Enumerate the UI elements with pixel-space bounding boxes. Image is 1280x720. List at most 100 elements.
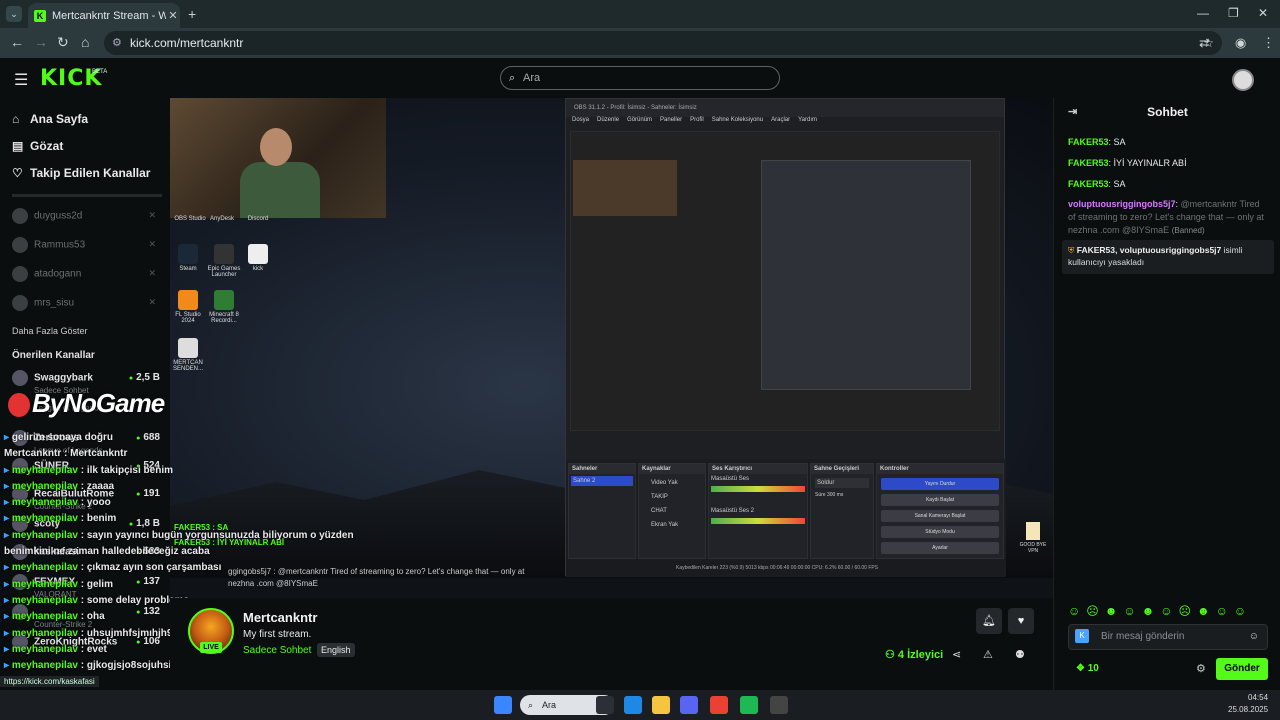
search-input[interactable]: ⌕ Ara <box>500 66 780 90</box>
forward-icon[interactable]: → <box>34 34 48 50</box>
scenes-dock: Sahneler Sahne 2 <box>568 463 636 559</box>
new-tab-icon[interactable]: + <box>188 6 196 22</box>
chat-user[interactable]: FAKER53 <box>1068 137 1109 147</box>
desktop-icon-label: Epic Games Launcher <box>207 266 241 278</box>
close-window-icon[interactable]: ✕ <box>1258 6 1268 20</box>
sidebar-scrollbar[interactable] <box>12 194 162 197</box>
profile-icon[interactable]: ◉ <box>1235 35 1246 51</box>
overlay-user: meyhanepilav <box>11 513 78 525</box>
chat-user[interactable]: FAKER53 <box>1068 158 1109 168</box>
followed-channel[interactable]: mrs_sisu ✕ <box>12 295 162 311</box>
nav-home[interactable]: ⌂ Ana Sayfa <box>12 112 88 126</box>
chat-panel: ⇥ Sohbet FAKER53: SA FAKER53: İYİ YAYINA… <box>1053 98 1280 690</box>
overlay-text: zaaaa <box>86 480 115 492</box>
desktop-icon-label: Steam <box>179 266 197 272</box>
minecraft-icon <box>214 290 234 310</box>
emote-bar[interactable]: ☺☹☻☺☻☺☹☻☺☺ <box>1068 604 1252 618</box>
channel-name[interactable]: Mertcankntr <box>243 610 317 625</box>
viewer-label: İzleyici <box>907 649 944 661</box>
restore-icon[interactable]: ❐ <box>1228 6 1239 20</box>
desktop-icon: MERTCAN SENDEN... <box>170 338 208 372</box>
epic-icon <box>214 244 234 264</box>
followed-channel[interactable]: duyguss2d ✕ <box>12 208 162 224</box>
nav-home-label: Ana Sayfa <box>30 112 89 126</box>
channel-name: Rammus53 <box>34 239 86 251</box>
overlay-message: ▸ meyhanepilav : yooo <box>4 497 111 509</box>
browser-menu-icon[interactable]: ⋮ <box>1262 35 1275 51</box>
transition-select: Soldur <box>815 478 869 488</box>
beta-badge: BETA <box>92 69 108 75</box>
overlay-message: ▸ meyhanepilav : sayın yayıncı bugün yor… <box>4 529 354 541</box>
overlay-message: ▸ meyhanepilav : ilk takipçisi benim <box>4 464 174 476</box>
file-icon <box>248 244 268 264</box>
overlay-user: meyhanepilav <box>11 529 78 541</box>
close-tab-icon[interactable]: ✕ <box>166 9 180 22</box>
chat-message-input[interactable]: K Bir mesaj gönderin ☺ <box>1068 624 1268 650</box>
translate-icon[interactable]: ⇄ <box>1199 35 1210 51</box>
dock-title: Ses Karıştırıcı <box>709 464 807 474</box>
channel-name: atadogann <box>34 268 82 280</box>
nav-browse[interactable]: ▤ Gözat <box>12 139 63 153</box>
report-icon[interactable]: ⚠ <box>983 648 993 661</box>
desktop-icon-label: Minecraft 8 Recordi... <box>209 312 239 324</box>
clock-date: 25.08.2025 <box>1228 705 1269 714</box>
stream-category[interactable]: Sadece Sohbet <box>243 645 311 656</box>
overlay-message: benimkini ne zaman halledebileceğiz acab… <box>4 544 354 560</box>
url-field[interactable]: ⚙ kick.com/mertcankntr ☆ <box>104 31 1222 55</box>
desktop-label: Discord <box>247 216 269 222</box>
channel-points[interactable]: ❖ 10 <box>1076 663 1099 674</box>
kick-emote-icon[interactable]: K <box>1075 629 1089 643</box>
overlay-text: Mertcankntr <box>70 448 128 460</box>
offline-cam-icon: ✕ <box>148 297 156 307</box>
desktop-icon: kick <box>238 244 278 272</box>
channel-name: mrs_sisu <box>34 297 75 309</box>
minimize-icon[interactable]: — <box>1197 6 1209 20</box>
overlay-text: evet <box>86 643 107 655</box>
desktop-label: AnyDesk <box>209 216 234 222</box>
site-info-icon[interactable]: ⚙ <box>112 31 122 55</box>
notification-bell-button[interactable]: 🔔︎ <box>976 608 1002 634</box>
overlay-message: ▸ gelirim sonaya doğru <box>4 432 113 443</box>
follow-heart-button[interactable]: ♥ <box>1008 608 1034 634</box>
edge-icon <box>624 696 642 714</box>
obs-status-bar: Kaybedilen Kareler 223 (%0.9) 5013 kbps … <box>566 561 1006 575</box>
chat-user[interactable]: FAKER53 <box>1068 179 1109 189</box>
spotify-icon <box>740 696 758 714</box>
home-browser-icon[interactable]: ⌂ <box>81 34 89 50</box>
browser-tab[interactable]: K Mertcankntr Stream - Watch Li ✕ <box>28 3 180 28</box>
language-tag[interactable]: English <box>317 643 355 657</box>
share-icon[interactable]: ⋖ <box>952 648 961 661</box>
chat-user[interactable]: voluptuousriggingobs5j7 <box>1068 199 1176 209</box>
collapse-chat-icon[interactable]: ⇥ <box>1068 98 1077 126</box>
show-more-button[interactable]: Daha Fazla Göster <box>12 326 88 336</box>
followed-channel[interactable]: atadogann ✕ <box>12 266 162 282</box>
overlay-user: meyhanepilav <box>11 480 78 492</box>
desktop-icon-label: GOOD BYE VPN <box>1019 542 1047 554</box>
viewers-icon: ⚇ <box>885 649 898 661</box>
heart-icon: ♡ <box>12 166 23 180</box>
menu-icon[interactable]: ☰ <box>14 70 28 90</box>
user-avatar[interactable] <box>1232 69 1254 91</box>
chat-message: FAKER53: SA <box>1068 179 1126 189</box>
desktop-icon: Minecraft 8 Recordi... <box>204 290 244 324</box>
shield-icon: ⛨ <box>1068 245 1077 255</box>
steam-icon <box>178 244 198 264</box>
send-button[interactable]: Gönder <box>1216 658 1268 680</box>
recommended-heading: Önerilen Kanallar <box>12 350 95 361</box>
followed-channel[interactable]: Rammus53 ✕ <box>12 237 162 253</box>
chat-message: FAKER53: SA <box>1068 137 1126 147</box>
overlay-user: meyhanepilav <box>11 594 78 606</box>
obs-docks: Sahneler Sahne 2 Kaynaklar Video Yak TAK… <box>566 459 1006 577</box>
chat-settings-icon[interactable]: ⚙ <box>1196 662 1206 675</box>
nav-following[interactable]: ♡ Takip Edilen Kanallar <box>12 166 150 180</box>
back-icon[interactable]: ← <box>10 34 24 50</box>
clock-time: 04:54 <box>1248 693 1269 702</box>
emoji-icon[interactable]: ☺ <box>1249 625 1259 649</box>
bynogame-overlay-logo: ByNoGame <box>8 388 165 419</box>
streamer-body <box>240 162 320 218</box>
channel-name: Swaggybark <box>34 372 93 384</box>
tab-search-icon[interactable]: ⌄ <box>6 6 22 22</box>
obs-preview <box>570 131 1000 431</box>
add-user-icon[interactable]: ⚉ <box>1015 648 1025 661</box>
reload-icon[interactable]: ↻ <box>57 34 69 51</box>
